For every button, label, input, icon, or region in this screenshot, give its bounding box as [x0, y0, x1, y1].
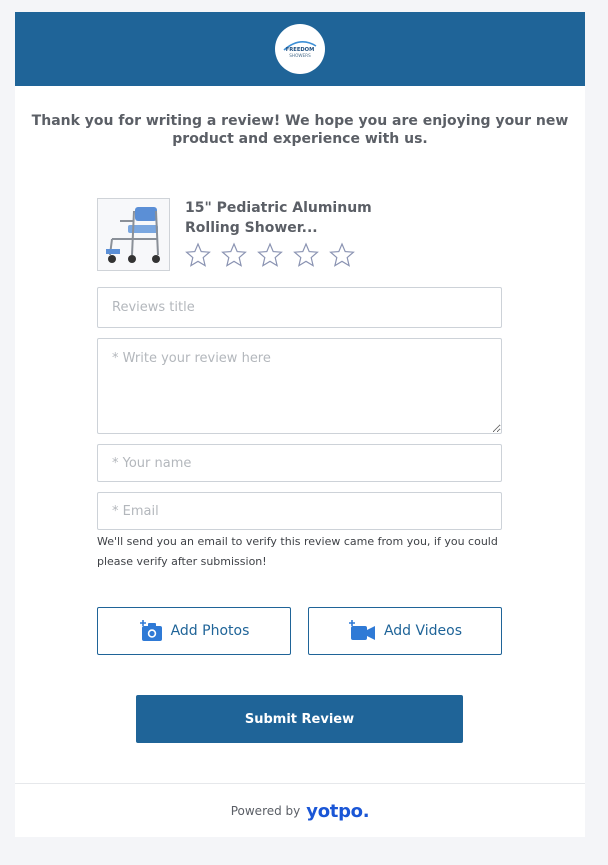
yotpo-logo-link[interactable]: yotpo. [306, 801, 369, 822]
submit-review-button[interactable]: Submit Review [136, 695, 463, 743]
product-thumbnail [97, 198, 170, 271]
powered-by-text: Powered by [230, 804, 301, 818]
review-body-textarea[interactable] [97, 338, 502, 434]
add-photos-button[interactable]: Add Photos [97, 607, 291, 655]
add-videos-label: Add Videos [383, 623, 463, 639]
product-title: 15" Pediatric Aluminum Rolling Shower... [185, 200, 372, 236]
freedom-showers-logo: FREEDOM SHOWERS [275, 24, 325, 74]
star-2-icon[interactable] [221, 242, 247, 268]
star-4-icon[interactable] [293, 242, 320, 268]
star-3-icon[interactable] [257, 242, 284, 268]
shower-chair-image [98, 199, 169, 270]
star-1-icon[interactable] [185, 242, 211, 268]
review-form-card: FREEDOM SHOWERS Thank you for writing a … [15, 12, 585, 837]
intro-text: Thank you for writing a review! We hope … [31, 113, 569, 147]
add-camera-icon [139, 620, 162, 641]
add-videos-button[interactable]: Add Videos [308, 607, 502, 655]
header-bar: FREEDOM SHOWERS [15, 12, 585, 86]
review-title-input[interactable] [97, 287, 502, 328]
email-verify-note: We'll send you an email to verify this r… [97, 535, 498, 568]
email-input[interactable] [97, 492, 502, 530]
logo-mark-icon: FREEDOM SHOWERS [283, 41, 317, 58]
star-5-icon[interactable] [329, 242, 356, 268]
product-summary: 15" Pediatric Aluminum Rolling Shower... [97, 198, 502, 274]
add-photos-label: Add Photos [170, 623, 250, 639]
add-video-icon [348, 620, 375, 640]
name-input[interactable] [97, 444, 502, 482]
logo-line2: SHOWERS [289, 53, 311, 58]
star-rating[interactable] [185, 242, 360, 268]
powered-by-footer: Powered by yotpo. [15, 783, 585, 838]
